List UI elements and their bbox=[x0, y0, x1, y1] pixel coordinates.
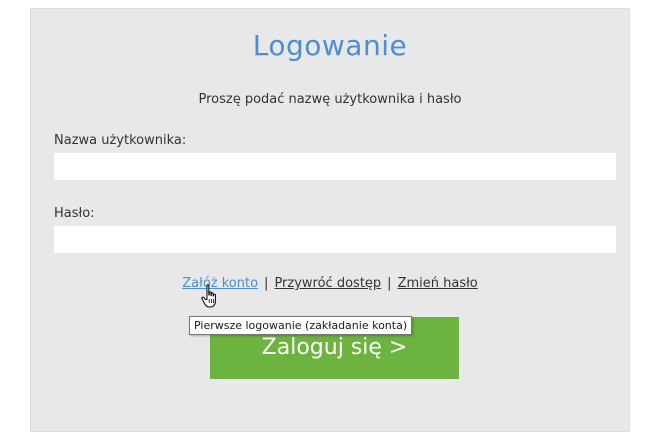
link-separator: | bbox=[264, 276, 269, 291]
password-label: Hasło: bbox=[54, 206, 95, 221]
login-instructions: Proszę podać nazwę użytkownika i hasło bbox=[198, 92, 462, 107]
account-links: Załóż konto | Przywróć dostęp | Zmień hasło bbox=[31, 276, 629, 291]
username-field[interactable] bbox=[54, 153, 616, 180]
page-title: Logowanie bbox=[252, 29, 408, 62]
password-field[interactable] bbox=[54, 226, 616, 253]
username-label: Nazwa użytkownika: bbox=[54, 133, 187, 148]
create-account-tooltip: Pierwsze logowanie (zakładanie konta) bbox=[189, 316, 413, 335]
change-password-link[interactable]: Zmień hasło bbox=[398, 276, 478, 291]
restore-access-link[interactable]: Przywróć dostęp bbox=[274, 276, 381, 291]
hand-pointer-icon bbox=[201, 284, 216, 308]
link-separator: | bbox=[387, 276, 392, 291]
login-panel: Logowanie Proszę podać nazwę użytkownika… bbox=[30, 8, 630, 432]
